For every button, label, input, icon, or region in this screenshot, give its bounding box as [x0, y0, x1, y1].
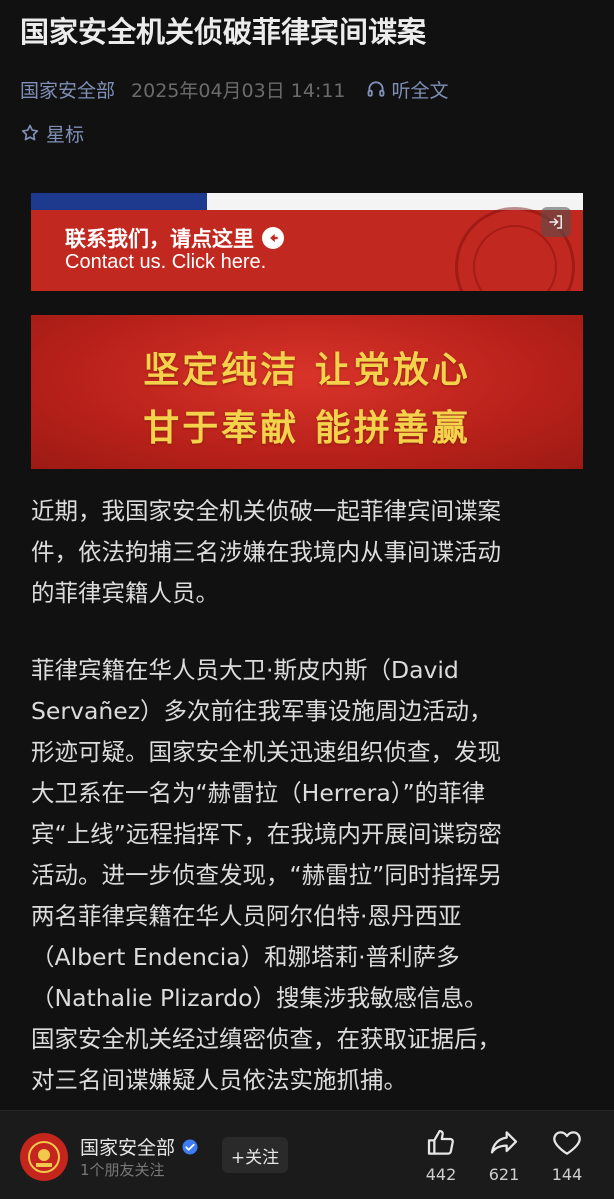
account-avatar[interactable] [20, 1133, 68, 1181]
listen-button[interactable]: 听全文 [366, 76, 449, 103]
verified-badge-icon [182, 1139, 198, 1154]
favorite-count: 144 [551, 1165, 583, 1184]
paragraph-line: （Nathalie Plizardo）搜集涉我敏感信息。 [31, 984, 488, 1012]
article-paragraph-1: 近期，我国家安全机关侦破一起菲律宾间谍案 件，依法拘捕三名涉嫌在我境内从事间谍活… [31, 491, 587, 614]
contact-en-label: Contact us. Click here. [65, 251, 267, 273]
paragraph-line: Servañez）多次前往我军事设施周边活动， [31, 697, 493, 725]
article-source-link[interactable]: 国家安全部 [20, 76, 115, 103]
paragraph-line: 活动。进一步侦查发现，“赫雷拉”同时指挥另 [31, 861, 502, 889]
article-page: 国家安全机关侦破菲律宾间谍案 国家安全部 2025年04月03日 14:11 听… [0, 0, 614, 1199]
star-button[interactable]: 星标 [20, 118, 84, 148]
paragraph-line: 宾“上线”远程指挥下，在我境内开展间谍窃密 [31, 820, 502, 848]
contact-us-banner[interactable]: 联系我们，请点这里 Contact us. Click here. [31, 193, 583, 291]
emblem-icon [28, 1141, 60, 1173]
share-arrow-icon [490, 1131, 518, 1154]
exit-fullscreen-button[interactable] [541, 207, 571, 237]
paragraph-line: （Albert Endencia）和娜塔莉·普利萨多 [31, 943, 460, 971]
favorite-button[interactable]: 144 [537, 1127, 597, 1191]
star-label: 星标 [46, 123, 85, 146]
arrow-left-icon [262, 227, 284, 249]
follow-button[interactable]: +关注 [222, 1137, 288, 1173]
paragraph-line: 国家安全机关经过缜密侦查，在获取证据后， [31, 1025, 501, 1053]
headphones-icon [367, 81, 384, 97]
slogan-line-2: 甘于奉献 能拼善赢 [143, 407, 471, 449]
banner-stripe-blue [31, 193, 207, 210]
like-button[interactable]: 442 [411, 1127, 471, 1191]
listen-label: 听全文 [391, 79, 449, 102]
article-title: 国家安全机关侦破菲律宾间谍案 [20, 15, 427, 49]
paragraph-line: 菲律宾籍在华人员大卫·斯皮内斯（David [31, 656, 459, 684]
paragraph-line: 形迹可疑。国家安全机关迅速组织侦查，发现 [31, 738, 501, 766]
slogan-banner: 坚定纯洁 让党放心 甘于奉献 能拼善赢 [31, 315, 583, 469]
paragraph-line: 的菲律宾籍人员。 [31, 579, 219, 607]
contact-cn-text: 联系我们，请点这里 [65, 223, 284, 253]
slogan-line-1: 坚定纯洁 让党放心 [143, 349, 471, 391]
share-button[interactable]: 621 [474, 1127, 534, 1191]
paragraph-line: 两名菲律宾籍在华人员阿尔伯特·恩丹西亚 [31, 902, 462, 930]
like-count: 442 [425, 1165, 457, 1184]
account-name-row[interactable]: 国家安全部 [80, 1133, 199, 1160]
friends-following-count: 1个朋友关注 [80, 1161, 165, 1179]
account-name: 国家安全部 [80, 1137, 176, 1159]
star-icon [21, 124, 39, 141]
exit-icon [549, 215, 562, 229]
article-date: 2025年04月03日 14:11 [131, 79, 346, 102]
contact-cn-label: 联系我们，请点这里 [65, 227, 254, 251]
article-meta: 国家安全部 2025年04月03日 14:11 听全文 [20, 74, 449, 104]
thumbs-up-icon [427, 1129, 454, 1155]
heart-icon [553, 1131, 581, 1155]
bottom-action-bar: 国家安全部 1个朋友关注 +关注 442 621 144 [0, 1110, 614, 1199]
paragraph-line: 近期，我国家安全机关侦破一起菲律宾间谍案 [31, 497, 501, 525]
paragraph-line: 对三名间谍嫌疑人员依法实施抓捕。 [31, 1066, 407, 1094]
paragraph-line: 大卫系在一名为“赫雷拉（Herrera）”的菲律 [31, 779, 486, 807]
paragraph-line: 件，依法拘捕三名涉嫌在我境内从事间谍活动 [31, 538, 501, 566]
article-paragraph-2: 菲律宾籍在华人员大卫·斯皮内斯（David Servañez）多次前往我军事设施… [31, 650, 587, 1101]
share-count: 621 [488, 1165, 520, 1184]
